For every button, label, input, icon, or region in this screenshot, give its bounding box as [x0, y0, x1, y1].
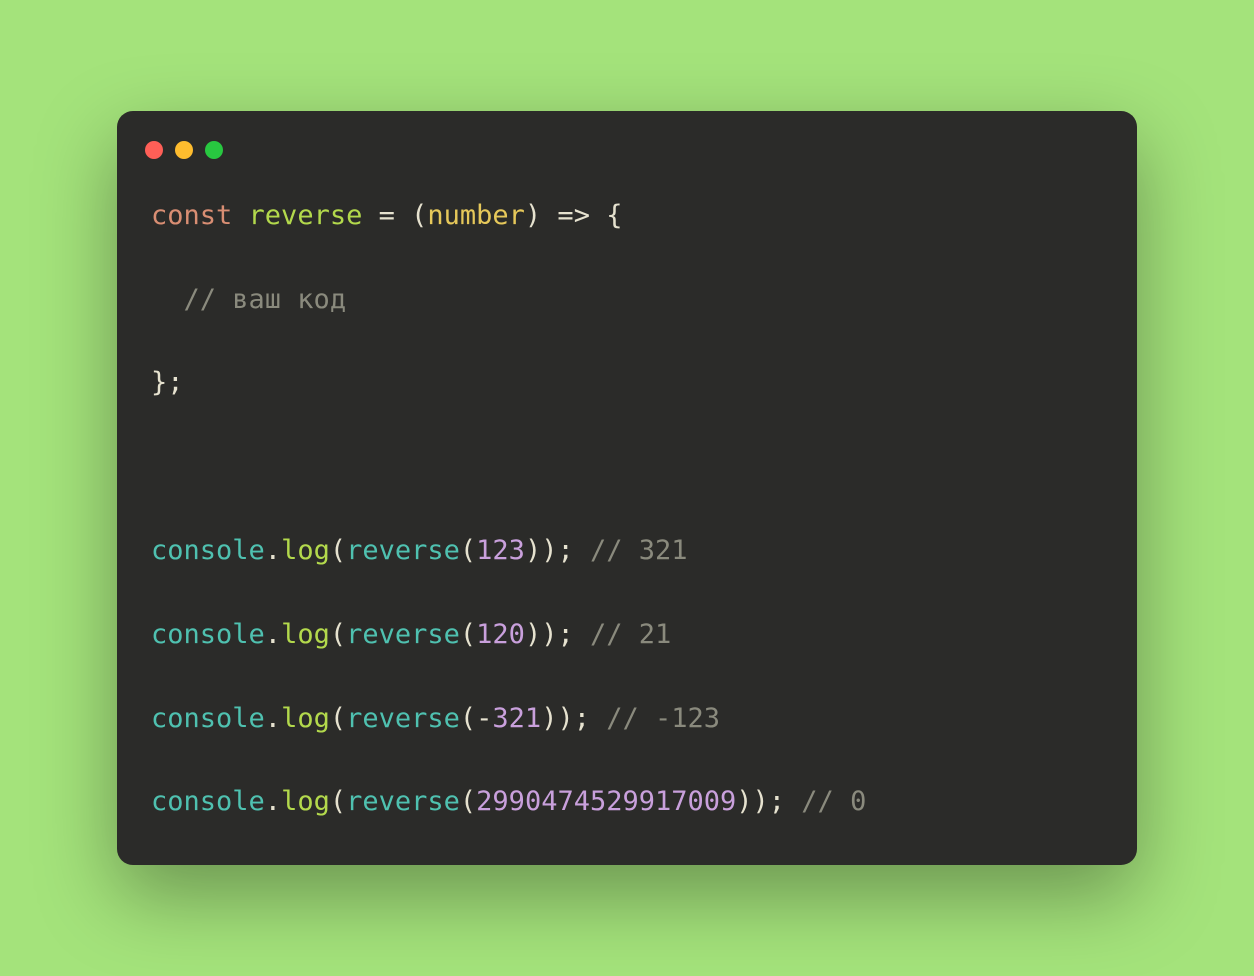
- code-token: [232, 200, 248, 231]
- code-token: console: [151, 619, 265, 650]
- code-token: const: [151, 200, 232, 231]
- code-token: [151, 284, 184, 315]
- code-token: 120: [476, 619, 525, 650]
- code-token: ));: [736, 786, 801, 817]
- code-line: const reverse = (number) => {: [151, 197, 1103, 235]
- code-token: (: [460, 786, 476, 817]
- code-token: reverse: [346, 703, 460, 734]
- code-token: (-: [460, 703, 493, 734]
- code-token: // 21: [590, 619, 671, 650]
- code-line: console.log(reverse(120)); // 21: [151, 616, 1103, 654]
- code-token: .: [265, 535, 281, 566]
- code-line: };: [151, 364, 1103, 402]
- code-line: console.log(reverse(123)); // 321: [151, 532, 1103, 570]
- code-token: ));: [525, 535, 590, 566]
- code-token: .: [265, 703, 281, 734]
- code-token: 123: [476, 535, 525, 566]
- code-token: .: [265, 786, 281, 817]
- code-token: console: [151, 535, 265, 566]
- code-token: // 321: [590, 535, 688, 566]
- code-token: reverse: [346, 786, 460, 817]
- code-token: reverse: [249, 200, 363, 231]
- code-token: // 0: [801, 786, 866, 817]
- code-line: console.log(reverse(-321)); // -123: [151, 700, 1103, 738]
- maximize-icon[interactable]: [205, 141, 223, 159]
- code-token: .: [265, 619, 281, 650]
- code-token: number: [427, 200, 525, 231]
- code-token: (: [460, 535, 476, 566]
- code-token: };: [151, 367, 184, 398]
- code-token: 321: [492, 703, 541, 734]
- code-window: const reverse = (number) => { // ваш код…: [117, 111, 1137, 865]
- code-token: console: [151, 786, 265, 817]
- code-token: // -123: [606, 703, 720, 734]
- code-token: (: [330, 535, 346, 566]
- code-token: = (: [362, 200, 427, 231]
- code-token: log: [281, 535, 330, 566]
- code-token: log: [281, 703, 330, 734]
- minimize-icon[interactable]: [175, 141, 193, 159]
- code-token: ) => {: [525, 200, 623, 231]
- code-token: (: [330, 703, 346, 734]
- code-token: reverse: [346, 619, 460, 650]
- code-token: (: [330, 786, 346, 817]
- window-titlebar: [117, 141, 1137, 167]
- close-icon[interactable]: [145, 141, 163, 159]
- code-token: log: [281, 619, 330, 650]
- code-line: console.log(reverse(2990474529917009)); …: [151, 783, 1103, 821]
- code-token: (: [460, 619, 476, 650]
- code-block: const reverse = (number) => { // ваш код…: [117, 167, 1137, 821]
- code-token: console: [151, 703, 265, 734]
- code-token: // ваш код: [184, 284, 347, 315]
- code-token: ));: [525, 619, 590, 650]
- code-line: // ваш код: [151, 281, 1103, 319]
- code-token: ));: [541, 703, 606, 734]
- code-token: (: [330, 619, 346, 650]
- code-token: reverse: [346, 535, 460, 566]
- code-token: 2990474529917009: [476, 786, 736, 817]
- code-token: log: [281, 786, 330, 817]
- code-line: [151, 448, 1103, 486]
